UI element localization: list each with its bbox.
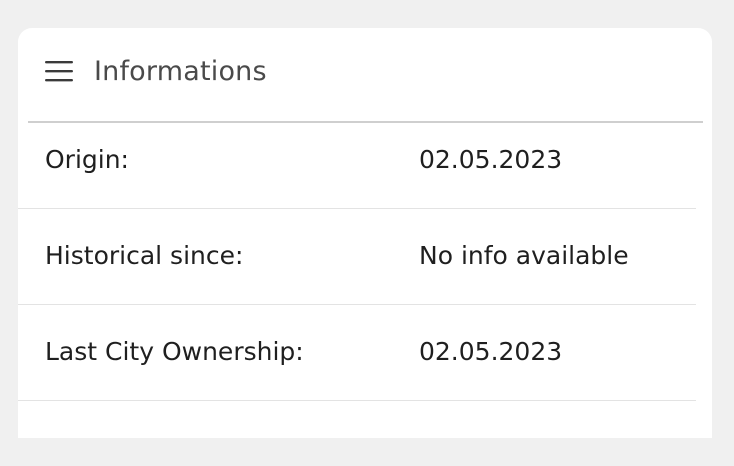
origin-label: Origin: [45, 145, 129, 174]
last-city-ownership-value: 02.05.2023 [419, 337, 563, 366]
info-row-historical-since: Historical since: No info available [18, 209, 696, 305]
card-header: Informations [18, 28, 712, 121]
hamburger-menu-glyph [45, 61, 73, 82]
hamburger-menu-icon[interactable] [45, 59, 73, 83]
origin-value: 02.05.2023 [419, 145, 563, 174]
historical-since-label: Historical since: [45, 241, 244, 270]
info-row-origin: Origin: 02.05.2023 [18, 123, 696, 209]
last-city-ownership-label: Last City Ownership: [45, 337, 304, 366]
info-row-last-city-ownership: Last City Ownership: 02.05.2023 [18, 305, 696, 401]
card-title: Informations [94, 56, 267, 87]
informations-card: Informations Origin: 02.05.2023 Historic… [18, 28, 712, 438]
info-list: Origin: 02.05.2023 Historical since: No … [18, 123, 712, 401]
historical-since-value: No info available [419, 241, 629, 270]
